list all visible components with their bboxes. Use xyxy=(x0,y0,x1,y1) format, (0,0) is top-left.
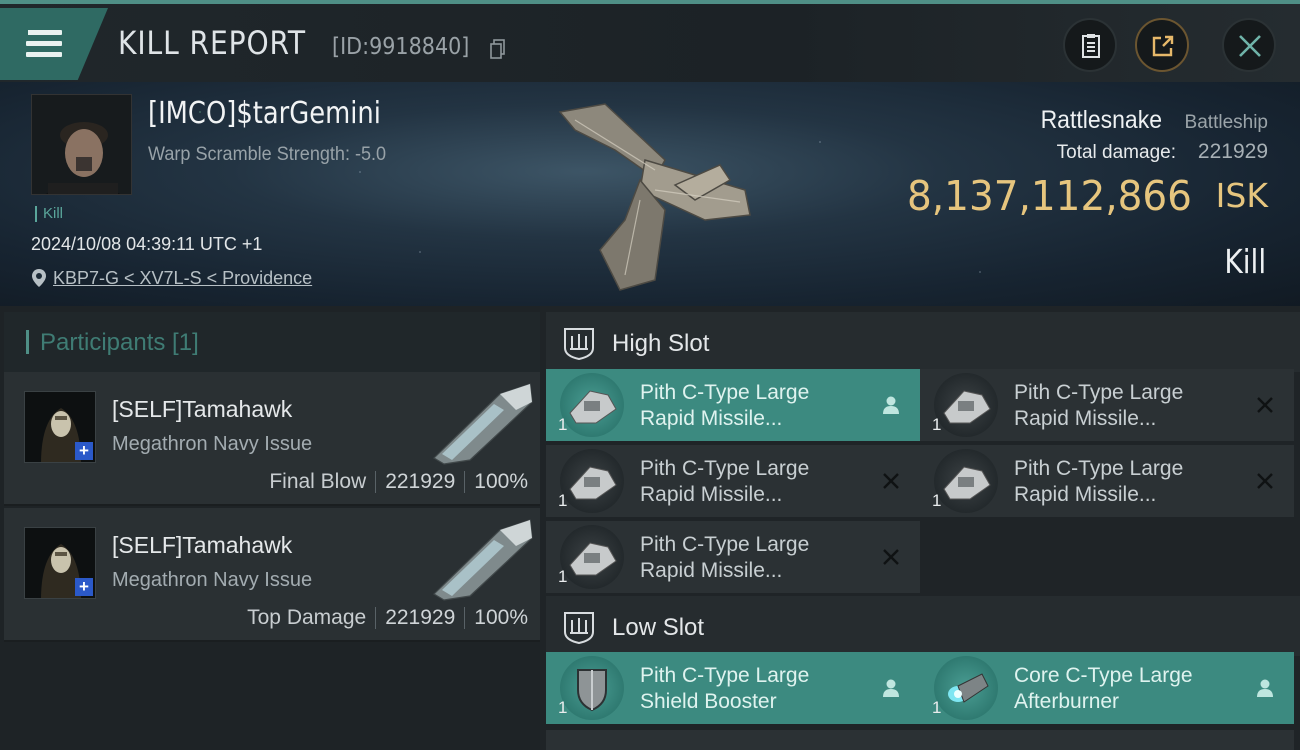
report-status: Kill xyxy=(1224,242,1266,281)
avatar: + xyxy=(24,527,96,599)
total-damage-value: 221929 xyxy=(1197,140,1268,163)
module-name: Pith C-Type Large Shield Booster xyxy=(640,664,810,713)
participant-stats: Final Blow 221929 100% xyxy=(269,470,528,494)
page-title: KILL REPORT xyxy=(118,24,307,62)
participant-row[interactable]: + [SELF]Tamahawk Megathron Navy Issue To… xyxy=(4,508,540,642)
person-icon xyxy=(883,396,899,414)
high-slot-icon xyxy=(564,328,594,360)
module-quantity: 1 xyxy=(558,567,568,586)
module-card[interactable]: 1 Pith C-Type Large Rapid Missile... xyxy=(546,521,920,593)
participant-percent: 100% xyxy=(474,606,528,629)
module-quantity: 1 xyxy=(558,491,568,510)
share-icon xyxy=(1152,35,1174,57)
avatar: + xyxy=(24,391,96,463)
module-name: Core C-Type Large Afterburner xyxy=(1014,664,1193,713)
participant-row[interactable]: + [SELF]Tamahawk Megathron Navy Issue Fi… xyxy=(4,372,540,506)
module-card[interactable]: 1 Pith C-Type Large Rapid Missile... xyxy=(920,445,1294,517)
person-icon xyxy=(1257,679,1273,697)
person-icon xyxy=(883,679,899,697)
participant-ship: Megathron Navy Issue xyxy=(112,569,313,591)
participant-role: Final Blow xyxy=(269,470,367,493)
module-name: Pith C-Type Large Rapid Missile... xyxy=(640,457,810,506)
module-card[interactable] xyxy=(920,730,1294,750)
module-name: Pith C-Type Large Rapid Missile... xyxy=(1014,457,1184,506)
participant-damage: 221929 xyxy=(385,606,456,629)
module-card[interactable]: 1 Pith C-Type Large Rapid Missile... xyxy=(546,369,920,441)
participant-name: [SELF]Tamahawk xyxy=(112,396,293,422)
low-slot-label: Low Slot xyxy=(612,614,705,641)
participant-percent: 100% xyxy=(474,470,528,493)
module-card[interactable]: 1 Pith C-Type Large Shield Booster xyxy=(546,652,920,724)
module-quantity: 1 xyxy=(558,698,568,717)
victim-portrait[interactable] xyxy=(31,94,132,195)
participant-damage: 221929 xyxy=(385,470,456,493)
high-slot-header: High Slot xyxy=(546,312,1300,372)
module-card[interactable]: 1 Pith C-Type Large Rapid Missile... xyxy=(546,445,920,517)
participant-role: Top Damage xyxy=(247,606,367,629)
share-button[interactable] xyxy=(1135,18,1189,72)
missile-launcher-icon xyxy=(934,373,998,437)
x-icon xyxy=(883,473,899,489)
participants-header: Participants [1] xyxy=(4,312,540,372)
missile-launcher-icon xyxy=(560,373,624,437)
plus-icon: + xyxy=(75,578,93,596)
victim-ship-class: Battleship xyxy=(1184,112,1268,133)
x-icon xyxy=(1257,473,1273,489)
missile-launcher-icon xyxy=(934,449,998,513)
module-name: Pith C-Type Large Rapid Missile... xyxy=(640,533,810,582)
low-slot-icon xyxy=(564,612,594,644)
kill-datetime: 2024/10/08 04:39:11 UTC +1 xyxy=(31,234,263,254)
high-slot-label: High Slot xyxy=(612,330,710,357)
x-icon xyxy=(1257,397,1273,413)
module-name: Pith C-Type Large Rapid Missile... xyxy=(640,381,810,430)
missile-launcher-icon xyxy=(560,525,624,589)
clipboard-button[interactable] xyxy=(1063,18,1117,72)
participant-stats: Top Damage 221929 100% xyxy=(247,606,528,630)
kill-tag: Kill xyxy=(35,206,63,222)
participants-label: Participants [1] xyxy=(40,329,199,356)
participant-ship: Megathron Navy Issue xyxy=(112,433,313,455)
copy-icon[interactable] xyxy=(490,39,506,59)
participants-panel: Participants [1] + [SELF]Tamahawk Megath… xyxy=(0,306,540,750)
total-damage-label: Total damage: xyxy=(1056,142,1176,163)
module-quantity: 1 xyxy=(932,698,942,717)
close-button[interactable] xyxy=(1222,18,1276,72)
module-card[interactable]: 1 Pith C-Type Large Rapid Missile... xyxy=(920,369,1294,441)
location-pin-icon xyxy=(32,269,46,287)
fitting-panel: High Slot 1 Pith C-Type Large Rapid Missi… xyxy=(540,306,1300,750)
module-card[interactable] xyxy=(546,730,920,750)
shield-booster-icon xyxy=(560,656,624,720)
warp-scramble-strength: Warp Scramble Strength: -5.0 xyxy=(148,144,387,165)
participant-ship-image xyxy=(433,383,533,465)
module-name: Pith C-Type Large Rapid Missile... xyxy=(1014,381,1184,430)
afterburner-icon xyxy=(934,656,998,720)
header-bar: KILL REPORT [ID:9918840] xyxy=(0,4,1300,82)
participant-name: [SELF]Tamahawk xyxy=(112,532,293,558)
plus-icon: + xyxy=(75,442,93,460)
module-card[interactable]: 1 Core C-Type Large Afterburner xyxy=(920,652,1294,724)
participant-ship-image xyxy=(433,519,533,601)
close-icon xyxy=(1239,35,1261,57)
low-slot-header: Low Slot xyxy=(546,596,1300,656)
location-link[interactable]: KBP7-G < XV7L-S < Providence xyxy=(53,268,312,289)
x-icon xyxy=(883,549,899,565)
victim-name[interactable]: [IMCO]$tarGemini xyxy=(148,96,381,131)
victim-ship-image xyxy=(558,103,751,291)
clipboard-icon xyxy=(1082,34,1100,58)
victim-ship-name[interactable]: Rattlesnake xyxy=(1041,106,1162,135)
module-quantity: 1 xyxy=(932,491,942,510)
isk-value: 8,137,112,866 xyxy=(907,172,1192,220)
module-quantity: 1 xyxy=(558,415,568,434)
victim-banner: [IMCO]$tarGemini Warp Scramble Strength:… xyxy=(0,82,1300,306)
menu-button[interactable] xyxy=(0,8,108,80)
kill-id: [ID:9918840] xyxy=(332,34,470,60)
isk-unit: ISK xyxy=(1215,176,1268,215)
module-quantity: 1 xyxy=(932,415,942,434)
missile-launcher-icon xyxy=(560,449,624,513)
